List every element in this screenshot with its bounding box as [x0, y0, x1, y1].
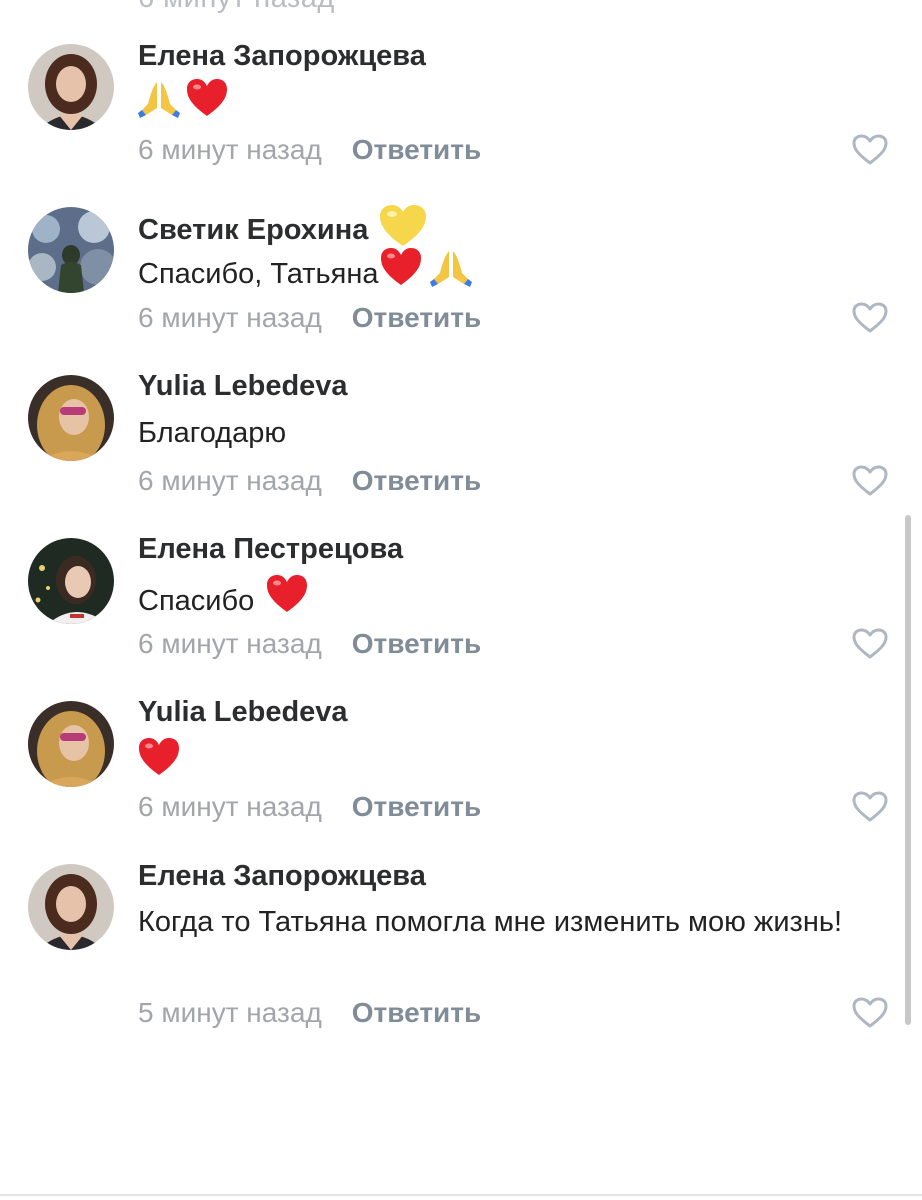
- comment-text-content: Когда то Татьяна помогла мне изменить мо…: [138, 906, 843, 938]
- like-button[interactable]: [852, 465, 888, 497]
- comment-text-content: Спасибо, Татьяна: [138, 257, 379, 290]
- comment-text: [138, 737, 878, 790]
- comment-time: 6 минут назад: [138, 791, 322, 822]
- scrollbar[interactable]: [905, 515, 911, 1025]
- comment-time: 6 минут назад: [138, 465, 322, 496]
- comment-author[interactable]: Елена Запорожцева: [138, 860, 426, 893]
- like-button[interactable]: [852, 134, 888, 166]
- comment-text: Когда то Татьяна помогла мне изменить мо…: [138, 900, 878, 944]
- comment-author[interactable]: Yulia Lebedeva: [138, 696, 348, 729]
- comment-text-content: Благодарю: [138, 417, 287, 449]
- heart-outline-icon: [852, 628, 888, 659]
- comment-meta: 6 минут назад Ответить: [138, 791, 481, 823]
- avatar[interactable]: [28, 44, 114, 130]
- heart-outline-icon: [852, 465, 888, 496]
- avatar[interactable]: [28, 538, 114, 624]
- comment-author[interactable]: Елена Пестрецова: [138, 533, 403, 566]
- reply-button[interactable]: Ответить: [352, 465, 481, 496]
- avatar[interactable]: [28, 375, 114, 461]
- comment-text: Спасибо: [138, 574, 878, 627]
- comment-text: [138, 78, 878, 131]
- like-button[interactable]: [852, 791, 888, 823]
- comment-time: 6 минут назад: [138, 628, 322, 659]
- reply-button[interactable]: Ответить: [352, 997, 481, 1028]
- comment-meta: 6 минут назад Ответить: [138, 302, 481, 334]
- comment-meta: 6 минут назад Ответить: [138, 465, 481, 497]
- comment-time: 6 минут назад: [138, 302, 322, 333]
- red-heart-emoji-icon: [138, 737, 180, 790]
- pray-emoji-icon: [138, 78, 180, 131]
- reply-button[interactable]: Ответить: [352, 302, 481, 333]
- heart-outline-icon: [852, 302, 888, 333]
- avatar[interactable]: [28, 701, 114, 787]
- comment-text-content: Спасибо: [138, 584, 263, 617]
- comment-text: Спасибо, Татьяна: [138, 247, 878, 300]
- heart-outline-icon: [852, 997, 888, 1028]
- heart-outline-icon: [852, 134, 888, 165]
- reply-button[interactable]: Ответить: [352, 791, 481, 822]
- comment-author[interactable]: Елена Запорожцева: [138, 40, 426, 73]
- like-button[interactable]: [852, 997, 888, 1029]
- comment-time: 5 минут назад: [138, 997, 322, 1028]
- previous-comment-time: 6 минут назад: [138, 0, 335, 15]
- reply-button[interactable]: Ответить: [352, 628, 481, 659]
- avatar[interactable]: [28, 864, 114, 950]
- pray-emoji-icon: [430, 247, 473, 300]
- red-heart-emoji-icon: [186, 78, 228, 131]
- reply-button[interactable]: Ответить: [352, 134, 481, 165]
- bottom-divider: [0, 1194, 922, 1196]
- comment-author[interactable]: Yulia Lebedeva: [138, 370, 348, 403]
- comment-meta: 6 минут назад Ответить: [138, 628, 481, 660]
- like-button[interactable]: [852, 628, 888, 660]
- comment-time: 6 минут назад: [138, 134, 322, 165]
- red-heart-emoji-icon: [266, 574, 308, 627]
- comment-meta: 6 минут назад Ответить: [138, 134, 481, 166]
- like-button[interactable]: [852, 302, 888, 334]
- avatar[interactable]: [28, 207, 114, 293]
- comment-meta: 5 минут назад Ответить: [138, 997, 481, 1029]
- comment-text: Благодарю: [138, 411, 878, 455]
- heart-outline-icon: [852, 791, 888, 822]
- red-heart-emoji-icon: [380, 247, 422, 300]
